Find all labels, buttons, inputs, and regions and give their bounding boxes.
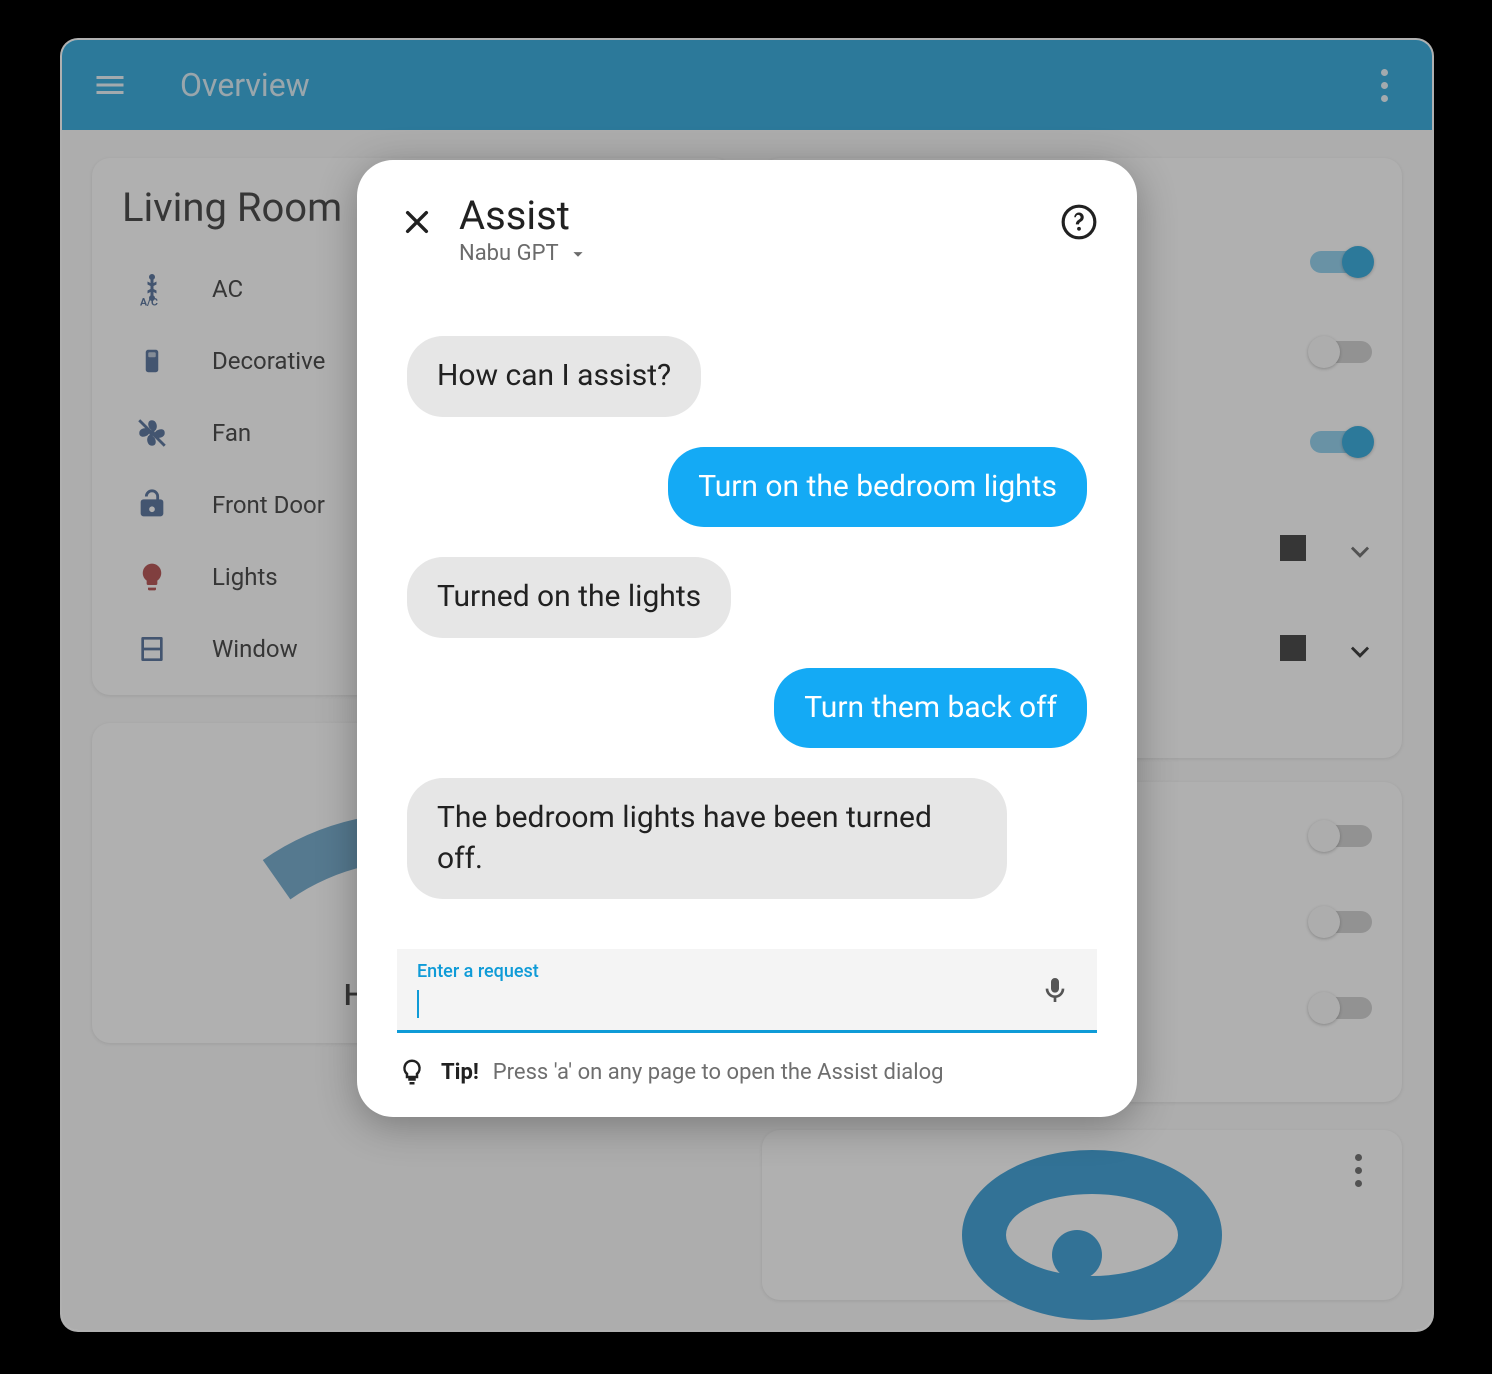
app-window: Overview Living Room A/C AC Decorative — [62, 40, 1432, 1330]
tip-text: Press 'a' on any page to open the Assist… — [493, 1060, 944, 1085]
pipeline-name: Nabu GPT — [459, 241, 559, 266]
assistant-message: Turned on the lights — [407, 557, 731, 638]
assistant-message: The bedroom lights have been turned off. — [407, 778, 1007, 899]
help-circle-icon — [1060, 203, 1098, 241]
tip-label: Tip! — [441, 1060, 479, 1085]
chevron-down-icon — [567, 243, 589, 265]
microphone-icon — [1039, 974, 1071, 1006]
pipeline-selector[interactable]: Nabu GPT — [459, 241, 1057, 266]
help-button[interactable] — [1057, 200, 1101, 244]
close-button[interactable] — [393, 198, 441, 246]
request-input[interactable] — [417, 986, 1077, 1014]
input-label: Enter a request — [417, 961, 1077, 982]
tip-bar: Tip! Press 'a' on any page to open the A… — [357, 1033, 1137, 1117]
chat-log: How can I assist? Turn on the bedroom li… — [357, 276, 1137, 919]
assist-dialog: Assist Nabu GPT How can I assist? Turn o… — [357, 160, 1137, 1117]
dialog-title: Assist — [459, 192, 1057, 239]
request-input-container: Enter a request — [397, 949, 1097, 1033]
user-message: Turn on the bedroom lights — [668, 447, 1087, 528]
lightbulb-tip-icon — [397, 1057, 427, 1087]
assistant-message: How can I assist? — [407, 336, 701, 417]
close-icon — [401, 206, 433, 238]
text-caret — [417, 990, 419, 1018]
user-message: Turn them back off — [774, 668, 1087, 749]
dialog-header: Assist Nabu GPT — [357, 160, 1137, 276]
voice-input-button[interactable] — [1035, 970, 1075, 1010]
